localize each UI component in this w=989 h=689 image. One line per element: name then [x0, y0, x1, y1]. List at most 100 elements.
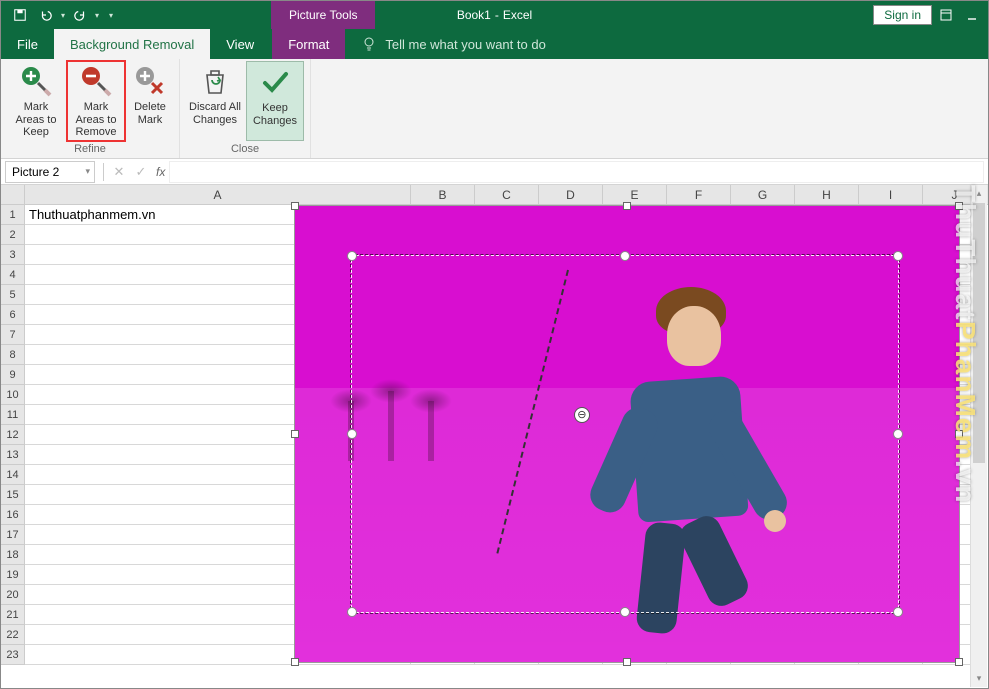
quick-access-toolbar: ▾ ▾ ▾ — [1, 4, 113, 26]
checkmark-icon — [259, 66, 291, 98]
tell-me-search[interactable]: Tell me what you want to do — [345, 29, 545, 59]
minimize-icon[interactable] — [960, 3, 984, 27]
row-header[interactable]: 19 — [1, 565, 25, 585]
col-header-H[interactable]: H — [795, 185, 859, 204]
mark-areas-to-remove-button[interactable]: Mark Areas to Remove — [67, 61, 125, 141]
keep-changes-button[interactable]: Keep Changes — [246, 61, 304, 141]
tab-format[interactable]: Format — [272, 29, 345, 59]
name-box-value: Picture 2 — [12, 165, 59, 179]
row-header[interactable]: 11 — [1, 405, 25, 425]
handle-top-mid[interactable] — [620, 251, 630, 261]
col-header-C[interactable]: C — [475, 185, 539, 204]
delete-mark-label: Delete Mark — [129, 101, 171, 126]
formula-bar: Picture 2 ✕ ✓ fx — [1, 159, 988, 185]
handle-bot-mid[interactable] — [620, 607, 630, 617]
delete-mark-icon — [134, 65, 166, 97]
row-header[interactable]: 7 — [1, 325, 25, 345]
mark-keep-label: Mark Areas to Keep — [9, 101, 63, 139]
col-header-G[interactable]: G — [731, 185, 795, 204]
ribbon: Mark Areas to Keep Mark Areas to Remove … — [1, 59, 988, 159]
row-header[interactable]: 6 — [1, 305, 25, 325]
row-header[interactable]: 20 — [1, 585, 25, 605]
title-bar: ▾ ▾ ▾ Picture Tools Book1 - Excel Sign i… — [1, 1, 988, 29]
row-header[interactable]: 4 — [1, 265, 25, 285]
contextual-tab-label: Picture Tools — [271, 1, 375, 29]
handle-mid-left[interactable] — [347, 429, 357, 439]
select-all-corner[interactable] — [1, 185, 25, 204]
formula-input[interactable] — [169, 161, 984, 183]
minus-pencil-icon — [80, 65, 112, 97]
discard-all-changes-button[interactable]: Discard All Changes — [186, 61, 244, 141]
undo-dropdown-icon[interactable]: ▾ — [61, 11, 65, 20]
redo-dropdown-icon[interactable]: ▾ — [95, 11, 99, 20]
ribbon-tabs: File Background Removal View Format Tell… — [1, 29, 988, 59]
sign-in-button[interactable]: Sign in — [873, 5, 932, 25]
tell-me-placeholder: Tell me what you want to do — [385, 37, 545, 52]
row-header[interactable]: 21 — [1, 605, 25, 625]
row-header[interactable]: 12 — [1, 425, 25, 445]
mark-areas-to-keep-button[interactable]: Mark Areas to Keep — [7, 61, 65, 141]
delete-mark-button[interactable]: Delete Mark — [127, 61, 173, 141]
col-header-I[interactable]: I — [859, 185, 923, 204]
scroll-up-icon[interactable]: ▴ — [971, 185, 987, 202]
tab-view[interactable]: View — [210, 29, 270, 59]
row-header[interactable]: 14 — [1, 465, 25, 485]
row-header[interactable]: 22 — [1, 625, 25, 645]
column-headers: A B C D E F G H I J — [1, 185, 988, 205]
ribbon-display-options-icon[interactable] — [934, 3, 958, 27]
keep-label: Keep Changes — [249, 102, 301, 127]
window-title: Book1 - Excel — [457, 8, 532, 22]
scroll-thumb[interactable] — [973, 203, 985, 463]
redo-icon[interactable] — [69, 4, 91, 26]
col-header-F[interactable]: F — [667, 185, 731, 204]
save-icon[interactable] — [9, 4, 31, 26]
row-header[interactable]: 15 — [1, 485, 25, 505]
ribbon-group-close: Discard All Changes Keep Changes Close — [180, 59, 311, 158]
row-header[interactable]: 23 — [1, 645, 25, 665]
row-header[interactable]: 10 — [1, 385, 25, 405]
handle-bot-right[interactable] — [893, 607, 903, 617]
row-header[interactable]: 2 — [1, 225, 25, 245]
group-label-close: Close — [231, 141, 259, 158]
lightbulb-icon — [361, 36, 377, 52]
group-label-refine: Refine — [74, 141, 106, 158]
handle-top-right[interactable] — [893, 251, 903, 261]
grid-rows: 1Thuthuatphanmem.vn234567891011121314151… — [1, 205, 988, 665]
enter-icon[interactable]: ✓ — [130, 161, 152, 183]
handle-top-left[interactable] — [347, 251, 357, 261]
name-box[interactable]: Picture 2 — [5, 161, 95, 183]
ribbon-group-refine: Mark Areas to Keep Mark Areas to Remove … — [1, 59, 180, 158]
row-header[interactable]: 13 — [1, 445, 25, 465]
tab-background-removal[interactable]: Background Removal — [54, 29, 210, 59]
row-header[interactable]: 8 — [1, 345, 25, 365]
discard-label: Discard All Changes — [188, 101, 242, 126]
scroll-down-icon[interactable]: ▾ — [971, 670, 987, 687]
crop-marquee[interactable] — [351, 255, 899, 613]
col-header-E[interactable]: E — [603, 185, 667, 204]
tab-file[interactable]: File — [1, 29, 54, 59]
handle-bot-left[interactable] — [347, 607, 357, 617]
row-header[interactable]: 3 — [1, 245, 25, 265]
row-header[interactable]: 1 — [1, 205, 25, 225]
app-name: Excel — [503, 8, 532, 22]
row-header[interactable]: 16 — [1, 505, 25, 525]
row-header[interactable]: 17 — [1, 525, 25, 545]
doc-name: Book1 — [457, 8, 491, 22]
row-header[interactable]: 18 — [1, 545, 25, 565]
fx-icon[interactable]: fx — [156, 165, 165, 179]
recycle-icon — [199, 65, 231, 97]
cancel-icon[interactable]: ✕ — [108, 161, 130, 183]
undo-icon[interactable] — [35, 4, 57, 26]
qat-customize-icon[interactable]: ▾ — [109, 11, 113, 20]
row-header[interactable]: 9 — [1, 365, 25, 385]
row-header[interactable]: 5 — [1, 285, 25, 305]
spreadsheet-grid: A B C D E F G H I J 1Thuthuatphanmem.vn2… — [1, 185, 988, 665]
col-header-D[interactable]: D — [539, 185, 603, 204]
handle-mid-right[interactable] — [893, 429, 903, 439]
vertical-scrollbar[interactable]: ▴ ▾ — [970, 185, 987, 687]
col-header-B[interactable]: B — [411, 185, 475, 204]
plus-pencil-icon — [20, 65, 52, 97]
mark-remove-label: Mark Areas to Remove — [69, 101, 123, 139]
col-header-A[interactable]: A — [25, 185, 411, 204]
picture-object[interactable]: ⊖ — [295, 206, 959, 662]
